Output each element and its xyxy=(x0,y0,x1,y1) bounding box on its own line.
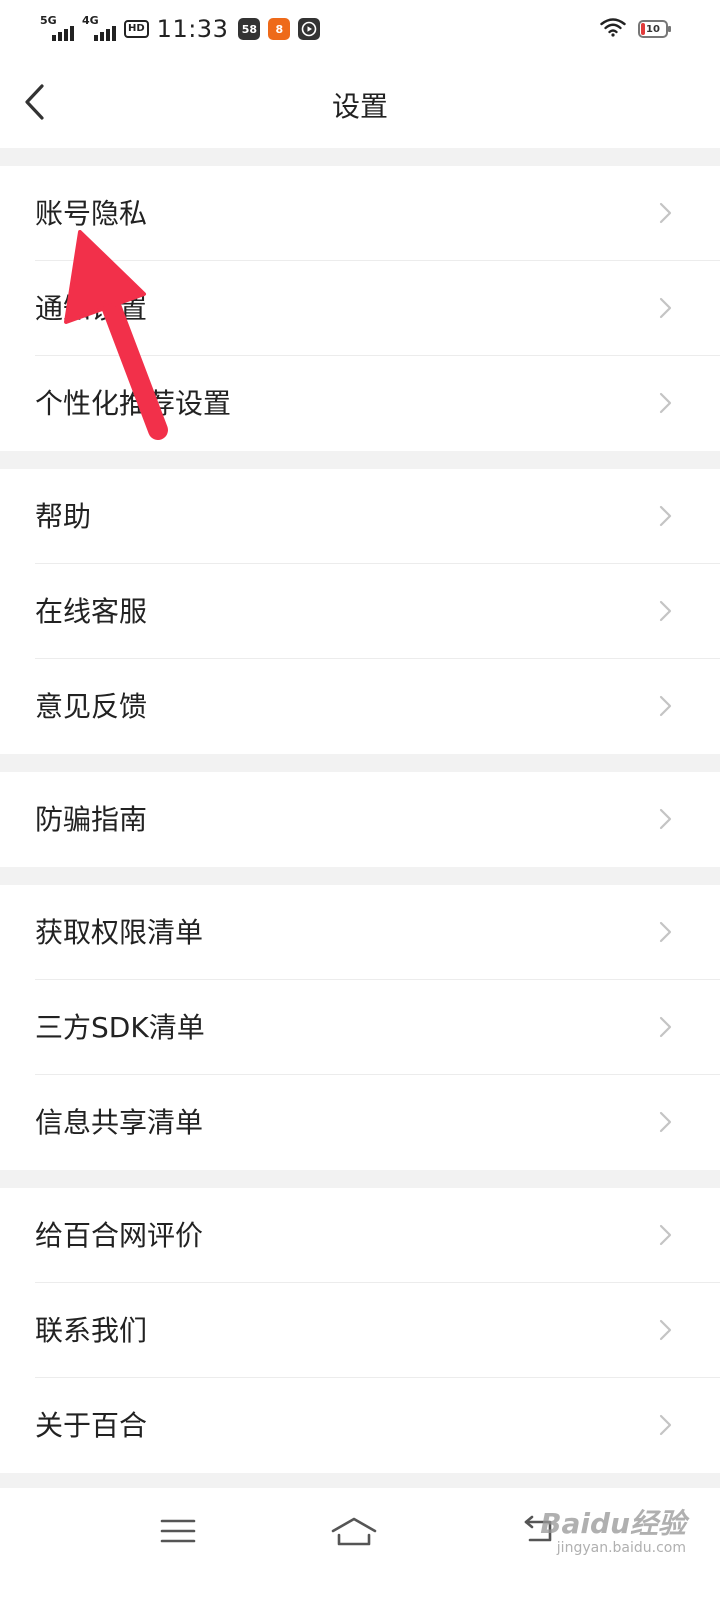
menu-item-label: 个性化推荐设置 xyxy=(35,387,232,420)
chevron-right-icon xyxy=(659,505,672,527)
menu-icon xyxy=(160,1519,196,1543)
menu-item-label: 三方SDK清单 xyxy=(35,1011,205,1044)
chevron-right-icon xyxy=(659,1016,672,1038)
chevron-right-icon xyxy=(659,921,672,943)
watermark-brand: Baidu经验 xyxy=(540,1507,686,1540)
menu-item-label: 给百合网评价 xyxy=(35,1219,204,1252)
page-title: 设置 xyxy=(331,90,388,123)
status-time: 11:33 xyxy=(156,15,229,43)
section-support: 帮助 在线客服 意见反馈 xyxy=(0,469,720,754)
app-orange-notification-icon: 8 xyxy=(268,18,291,40)
status-left: 5G 4G HD 11:33 58 8 xyxy=(40,12,328,46)
section-account: 账号隐私 通知设置 个性化推荐设置 xyxy=(0,166,720,451)
section-lists: 获取权限清单 三方SDK清单 信息共享清单 xyxy=(0,885,720,1170)
chevron-right-icon xyxy=(659,1414,672,1436)
signal-5g-icon: 5G xyxy=(40,15,74,43)
menu-item-online-service[interactable]: 在线客服 xyxy=(0,564,720,659)
status-right: 10 xyxy=(600,16,671,42)
hd-voice-badge: HD xyxy=(124,20,149,38)
status-bar: 5G 4G HD 11:33 58 8 10 xyxy=(0,0,720,58)
menu-item-label: 账号隐私 xyxy=(35,197,148,230)
menu-item-label: 在线客服 xyxy=(35,595,148,628)
menu-item-feedback[interactable]: 意见反馈 xyxy=(0,659,720,754)
signal-4g-icon: 4G xyxy=(82,15,116,43)
menu-item-label: 意见反馈 xyxy=(35,690,148,723)
home-button[interactable] xyxy=(324,1506,384,1556)
battery-low-indicator xyxy=(641,23,645,35)
watermark: Baidu经验 jingyan.baidu.com xyxy=(540,1507,686,1557)
menu-button[interactable] xyxy=(148,1506,208,1556)
menu-item-label: 获取权限清单 xyxy=(35,916,204,949)
chevron-right-icon xyxy=(659,600,672,622)
menu-item-label: 信息共享清单 xyxy=(35,1106,204,1139)
system-nav-bar: Baidu经验 jingyan.baidu.com xyxy=(0,1488,720,1600)
section-safety: 防骗指南 xyxy=(0,772,720,867)
menu-item-personalized-recommendation[interactable]: 个性化推荐设置 xyxy=(0,356,720,451)
menu-item-third-party-sdk-list[interactable]: 三方SDK清单 xyxy=(0,980,720,1075)
chevron-right-icon xyxy=(659,1319,672,1341)
home-icon xyxy=(331,1517,377,1546)
menu-item-help[interactable]: 帮助 xyxy=(0,469,720,564)
chevron-right-icon xyxy=(659,297,672,319)
menu-item-label: 通知设置 xyxy=(35,292,148,325)
section-about: 给百合网评价 联系我们 关于百合 xyxy=(0,1188,720,1473)
menu-item-label: 联系我们 xyxy=(35,1314,148,1347)
header: 设置 xyxy=(0,58,720,148)
menu-item-account-privacy[interactable]: 账号隐私 xyxy=(0,166,720,261)
chevron-right-icon xyxy=(659,695,672,717)
menu-item-contact-us[interactable]: 联系我们 xyxy=(0,1283,720,1378)
chevron-right-icon xyxy=(659,392,672,414)
menu-item-info-sharing-list[interactable]: 信息共享清单 xyxy=(0,1075,720,1170)
chevron-right-icon xyxy=(659,1224,672,1246)
app-58-notification-icon: 58 xyxy=(238,18,261,40)
menu-item-label: 关于百合 xyxy=(35,1409,148,1442)
menu-item-notification-settings[interactable]: 通知设置 xyxy=(0,261,720,356)
chevron-right-icon xyxy=(659,808,672,830)
chevron-right-icon xyxy=(659,202,672,224)
battery-level: 10 xyxy=(646,23,660,35)
watermark-url: jingyan.baidu.com xyxy=(556,1540,686,1556)
menu-item-label: 防骗指南 xyxy=(35,803,148,836)
chevron-right-icon xyxy=(659,1111,672,1133)
battery-icon: 10 xyxy=(638,20,671,38)
settings-screen: 5G 4G HD 11:33 58 8 10 设置 账号隐私 通知设置 个性化推… xyxy=(0,0,720,1600)
menu-item-permission-list[interactable]: 获取权限清单 xyxy=(0,885,720,980)
wifi-icon xyxy=(600,17,626,41)
menu-item-label: 帮助 xyxy=(35,500,92,533)
menu-item-rate-app[interactable]: 给百合网评价 xyxy=(0,1188,720,1283)
menu-item-anti-fraud-guide[interactable]: 防骗指南 xyxy=(0,772,720,867)
menu-item-about[interactable]: 关于百合 xyxy=(0,1378,720,1473)
play-notification-icon xyxy=(298,18,321,40)
